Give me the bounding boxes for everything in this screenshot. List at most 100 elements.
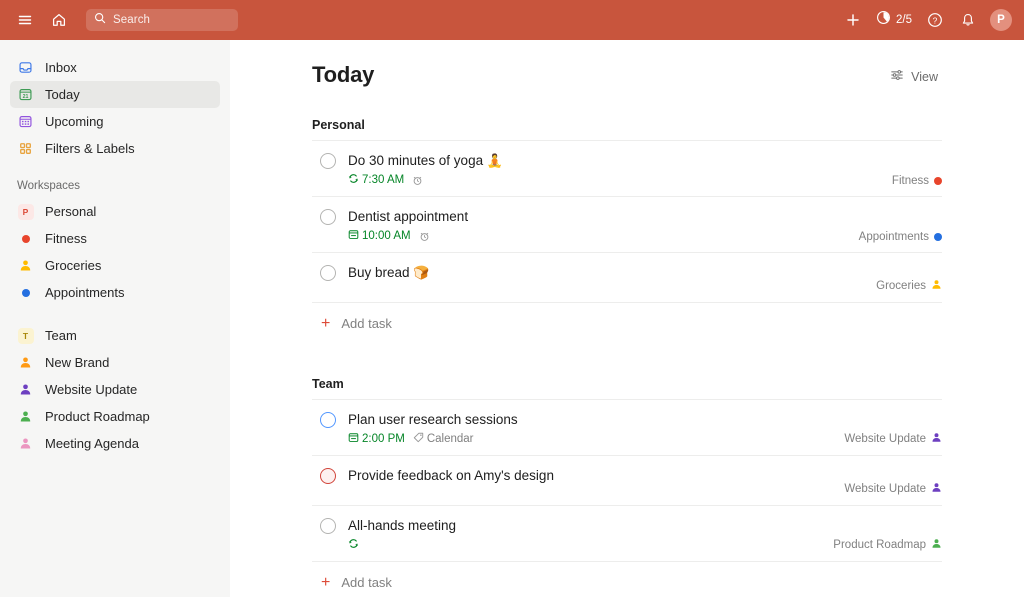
search-placeholder: Search: [113, 14, 151, 26]
task-title-wrap: Buy bread 🍞: [348, 264, 942, 281]
hamburger-menu-icon[interactable]: [12, 7, 38, 33]
add-task-button[interactable]: + Add task: [312, 561, 942, 590]
task-title: Provide feedback on Amy's design: [348, 468, 554, 483]
shared-project-person-icon: [931, 432, 942, 446]
productivity-pie-icon: [876, 10, 891, 30]
recurring-icon: [348, 538, 359, 552]
task-project-name: Fitness: [891, 175, 929, 187]
task-label[interactable]: Calendar: [413, 432, 474, 446]
alarm-clock-icon[interactable]: [412, 175, 423, 186]
shared-project-person-icon: [931, 538, 942, 552]
add-task-button[interactable]: + Add task: [312, 302, 942, 331]
shared-project-person-icon: [17, 435, 34, 452]
task-checkbox[interactable]: [320, 265, 336, 281]
task-due-date[interactable]: 10:00 AM: [348, 229, 411, 243]
task-due-date[interactable]: [348, 538, 362, 552]
task-due-date-text: 2:00 PM: [362, 433, 405, 445]
task-project[interactable]: Groceries: [876, 279, 942, 293]
sidebar-item-personal[interactable]: P Personal: [10, 198, 220, 225]
sidebar: Inbox 21 Today Upcoming Filters & Labels…: [0, 40, 230, 597]
avatar[interactable]: P: [990, 9, 1012, 31]
task-title-wrap: All-hands meeting: [348, 517, 942, 534]
sidebar-item-fitness[interactable]: Fitness: [10, 225, 220, 252]
project-dot-icon: [17, 230, 34, 247]
task-emoji: 🧘: [486, 153, 504, 168]
project-dot-icon: [934, 233, 942, 241]
sidebar-item-new-brand[interactable]: New Brand: [10, 349, 220, 376]
task-checkbox[interactable]: [320, 153, 336, 169]
task-body: Dentist appointment 10:00 AM: [348, 208, 942, 243]
task-project[interactable]: Product Roadmap: [833, 538, 942, 552]
sidebar-item-label: Inbox: [45, 60, 77, 75]
task-checkbox[interactable]: [320, 468, 336, 484]
calendar-icon: [348, 229, 359, 243]
sidebar-item-inbox[interactable]: Inbox: [10, 54, 220, 81]
productivity-progress[interactable]: 2/5: [873, 8, 915, 32]
sidebar-item-groceries[interactable]: Groceries: [10, 252, 220, 279]
task-project[interactable]: Website Update: [844, 432, 942, 446]
sidebar-item-upcoming[interactable]: Upcoming: [10, 108, 220, 135]
workspace-badge-letter: T: [17, 327, 34, 344]
label-tag-icon: [413, 432, 424, 446]
sidebar-item-label: Today: [45, 87, 80, 102]
task-project[interactable]: Appointments: [859, 231, 942, 243]
task-row[interactable]: Buy bread 🍞 Groceries: [312, 252, 942, 302]
task-project[interactable]: Website Update: [844, 482, 942, 496]
task-emoji: 🍞: [413, 265, 430, 280]
task-project-name: Appointments: [858, 231, 929, 243]
header-right-group: 2/5 ? P: [840, 7, 1012, 33]
task-title: Buy bread: [348, 265, 410, 280]
group-title-team: Team: [312, 377, 344, 391]
sidebar-item-meeting-agenda[interactable]: Meeting Agenda: [10, 430, 220, 457]
project-dot-icon: [17, 284, 34, 301]
alarm-clock-icon[interactable]: [419, 231, 430, 242]
task-row[interactable]: Provide feedback on Amy's design Website…: [312, 455, 942, 505]
task-row[interactable]: Dentist appointment 10:00 AM Appointment…: [312, 196, 942, 252]
sidebar-item-filters-labels[interactable]: Filters & Labels: [10, 135, 220, 162]
sidebar-item-label: Fitness: [45, 231, 87, 246]
home-icon[interactable]: [46, 7, 72, 33]
sliders-icon: [890, 68, 904, 85]
today-calendar-icon: 21: [17, 86, 34, 103]
sidebar-item-team[interactable]: T Team: [10, 322, 220, 349]
task-due-date-text: 7:30 AM: [362, 174, 405, 186]
sidebar-item-website-update[interactable]: Website Update: [10, 376, 220, 403]
task-checkbox[interactable]: [320, 518, 336, 534]
task-checkbox[interactable]: [320, 209, 336, 225]
bell-icon[interactable]: [955, 7, 981, 33]
task-due-date-text: 10:00 AM: [362, 230, 411, 242]
calendar-icon: [348, 432, 359, 446]
task-row[interactable]: Do 30 minutes of yoga 🧘 7:30 AM Fitness: [312, 140, 942, 196]
view-button-label: View: [911, 69, 938, 84]
upcoming-calendar-icon: [17, 113, 34, 130]
add-task-label: Add task: [341, 575, 392, 590]
workspace-badge-icon: P: [17, 203, 34, 220]
help-question-icon[interactable]: ?: [922, 7, 948, 33]
search-input[interactable]: Search: [86, 9, 238, 31]
project-dot-icon: [934, 177, 942, 185]
view-button[interactable]: View: [886, 65, 942, 88]
task-title-wrap: Plan user research sessions: [348, 411, 942, 428]
task-body: Do 30 minutes of yoga 🧘 7:30 AM: [348, 152, 942, 187]
sidebar-item-appointments[interactable]: Appointments: [10, 279, 220, 306]
sidebar-item-today[interactable]: 21 Today: [10, 81, 220, 108]
workspaces-heading: Workspaces: [17, 180, 81, 192]
shared-project-person-icon: [17, 354, 34, 371]
task-row[interactable]: All-hands meeting Product Roadmap: [312, 505, 942, 561]
productivity-count: 2/5: [896, 14, 912, 26]
task-title: All-hands meeting: [348, 518, 457, 533]
task-due-date[interactable]: 2:00 PM: [348, 432, 405, 446]
task-checkbox[interactable]: [320, 412, 336, 428]
plus-icon[interactable]: [840, 7, 866, 33]
svg-text:21: 21: [23, 94, 29, 100]
sidebar-item-label: Personal: [45, 204, 97, 219]
sidebar-item-product-roadmap[interactable]: Product Roadmap: [10, 403, 220, 430]
workspace-badge-icon: T: [17, 327, 34, 344]
task-project-name: Website Update: [844, 483, 926, 495]
sidebar-item-label: Appointments: [45, 285, 125, 300]
task-row[interactable]: Plan user research sessions 2:00 PM Cale…: [312, 399, 942, 455]
task-due-date[interactable]: 7:30 AM: [348, 173, 404, 187]
sidebar-item-label: Product Roadmap: [45, 409, 150, 424]
task-title: Plan user research sessions: [348, 412, 518, 427]
task-project[interactable]: Fitness: [892, 175, 942, 187]
